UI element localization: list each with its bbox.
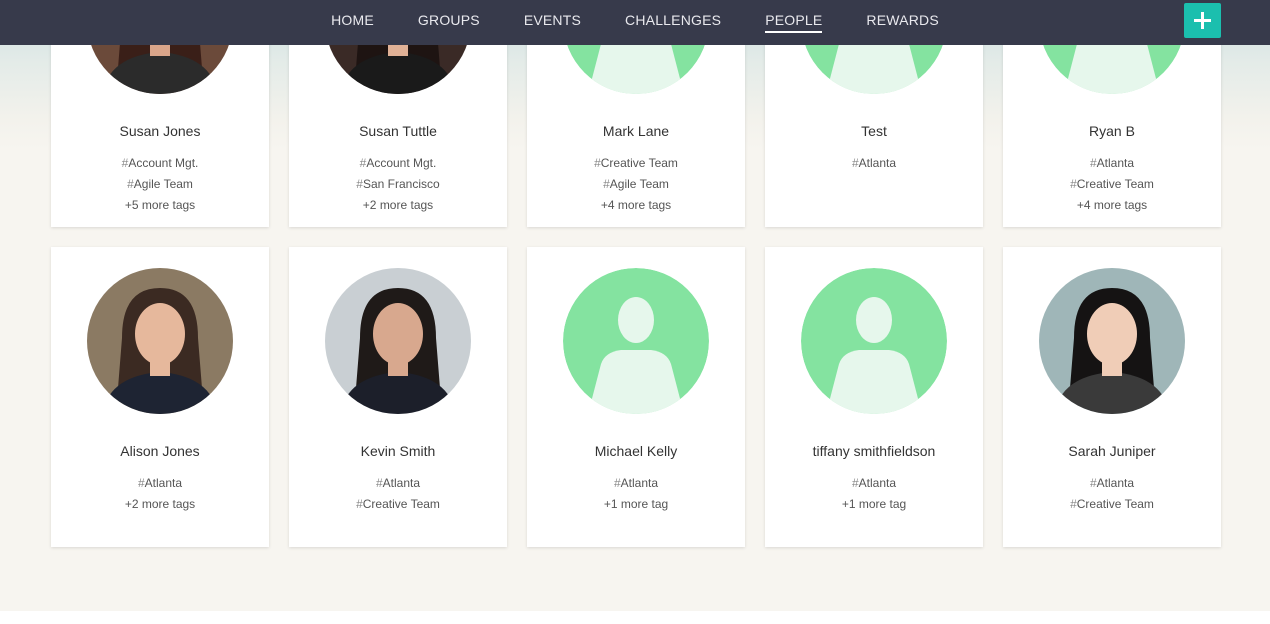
tag[interactable]: #Atlanta bbox=[852, 473, 896, 494]
tag[interactable]: #Account Mgt. bbox=[122, 153, 199, 174]
person-name[interactable]: Susan Jones bbox=[120, 122, 201, 140]
avatar-placeholder[interactable] bbox=[563, 268, 709, 414]
nav-item-home[interactable]: HOME bbox=[309, 0, 396, 45]
tag-list: #Atlanta +1 more tag bbox=[604, 473, 668, 515]
hash-symbol: # bbox=[375, 476, 383, 490]
hash-symbol: # bbox=[127, 177, 134, 191]
page-footer-strip bbox=[0, 611, 1270, 624]
tag-label: Creative Team bbox=[1076, 497, 1154, 511]
top-navbar: HOME GROUPS EVENTS CHALLENGES PEOPLE REWARDS bbox=[0, 0, 1270, 45]
nav-item-groups[interactable]: GROUPS bbox=[396, 0, 502, 45]
tag-label: Agile Team bbox=[609, 177, 669, 191]
person-card[interactable]: Alison Jones #Atlanta +2 more tags bbox=[51, 247, 269, 547]
tag-list: #Atlanta +2 more tags bbox=[125, 473, 195, 515]
nav-item-rewards[interactable]: REWARDS bbox=[844, 0, 960, 45]
more-tags-link[interactable]: +4 more tags bbox=[601, 195, 671, 216]
person-name[interactable]: tiffany smithfieldson bbox=[813, 442, 936, 460]
person-name[interactable]: Ryan B bbox=[1089, 122, 1135, 140]
hash-symbol: # bbox=[1070, 497, 1077, 511]
people-grid: Susan Jones #Account Mgt. #Agile Team +5 mo… bbox=[51, 0, 1221, 547]
person-name[interactable]: Test bbox=[861, 122, 887, 140]
avatar[interactable] bbox=[1039, 268, 1185, 414]
avatar[interactable] bbox=[87, 268, 233, 414]
person-card[interactable]: tiffany smithfieldson #Atlanta +1 more tag bbox=[765, 247, 983, 547]
hash-symbol: # bbox=[594, 156, 601, 170]
tag-label: Atlanta bbox=[144, 476, 183, 490]
person-card[interactable]: Sarah Juniper #Atlanta #Creative Team bbox=[1003, 247, 1221, 547]
person-name[interactable]: Kevin Smith bbox=[361, 442, 436, 460]
tag-label: Creative Team bbox=[1076, 177, 1154, 191]
hash-symbol: # bbox=[137, 476, 145, 490]
nav-item-events[interactable]: EVENTS bbox=[502, 0, 603, 45]
tag[interactable]: #Creative Team bbox=[594, 153, 678, 174]
tag[interactable]: #Atlanta bbox=[614, 473, 658, 494]
nav-menu: HOME GROUPS EVENTS CHALLENGES PEOPLE REWARDS bbox=[0, 0, 1270, 45]
tag-label: Account Mgt. bbox=[128, 156, 199, 170]
tag[interactable]: #Account Mgt. bbox=[360, 153, 437, 174]
tag-list: #Account Mgt. #San Francisco +2 more tags bbox=[356, 153, 439, 216]
avatar-placeholder[interactable] bbox=[801, 268, 947, 414]
tag[interactable]: #Atlanta bbox=[1090, 153, 1134, 174]
hash-symbol: # bbox=[356, 177, 363, 191]
tag[interactable]: #Atlanta bbox=[376, 473, 420, 494]
tag[interactable]: #Creative Team bbox=[1070, 174, 1154, 195]
tag-list: #Atlanta +1 more tag bbox=[842, 473, 906, 515]
person-name[interactable]: Alison Jones bbox=[120, 442, 199, 460]
plus-icon bbox=[1194, 12, 1211, 29]
tag-label: Creative Team bbox=[600, 156, 678, 170]
tag-label: Atlanta bbox=[858, 156, 897, 170]
hash-symbol: # bbox=[603, 177, 610, 191]
tag[interactable]: #Atlanta bbox=[1090, 473, 1134, 494]
tag-label: Atlanta bbox=[382, 476, 421, 490]
hash-symbol: # bbox=[356, 497, 363, 511]
tag-list: #Atlanta #Creative Team bbox=[1070, 473, 1154, 515]
tag-list: #Atlanta bbox=[852, 153, 896, 174]
tag-label: Atlanta bbox=[858, 476, 897, 490]
hash-symbol: # bbox=[1070, 177, 1077, 191]
tag-label: San Francisco bbox=[362, 177, 440, 191]
tag[interactable]: #Atlanta bbox=[852, 153, 896, 174]
tag[interactable]: #Agile Team bbox=[127, 174, 193, 195]
tag[interactable]: #Atlanta bbox=[138, 473, 182, 494]
add-button[interactable] bbox=[1184, 3, 1221, 38]
tag[interactable]: #Creative Team bbox=[356, 494, 440, 515]
more-tags-link[interactable]: +4 more tags bbox=[1077, 195, 1147, 216]
hash-symbol: # bbox=[1089, 156, 1097, 170]
avatar[interactable] bbox=[325, 268, 471, 414]
tag[interactable]: #Creative Team bbox=[1070, 494, 1154, 515]
hash-symbol: # bbox=[851, 156, 859, 170]
person-name[interactable]: Mark Lane bbox=[603, 122, 669, 140]
tag-list: #Account Mgt. #Agile Team +5 more tags bbox=[122, 153, 199, 216]
more-tags-link[interactable]: +5 more tags bbox=[125, 195, 195, 216]
person-name[interactable]: Susan Tuttle bbox=[359, 122, 437, 140]
nav-item-people[interactable]: PEOPLE bbox=[743, 0, 844, 45]
tag-label: Atlanta bbox=[1096, 476, 1135, 490]
nav-item-challenges[interactable]: CHALLENGES bbox=[603, 0, 743, 45]
more-tags-link[interactable]: +1 more tag bbox=[604, 494, 668, 515]
person-name[interactable]: Sarah Juniper bbox=[1068, 442, 1155, 460]
more-tags-link[interactable]: +2 more tags bbox=[363, 195, 433, 216]
tag-list: #Atlanta #Creative Team bbox=[356, 473, 440, 515]
person-card[interactable]: Michael Kelly #Atlanta +1 more tag bbox=[527, 247, 745, 547]
tag-label: Atlanta bbox=[620, 476, 659, 490]
hash-symbol: # bbox=[1089, 476, 1097, 490]
tag-list: #Creative Team #Agile Team +4 more tags bbox=[594, 153, 678, 216]
person-name[interactable]: Michael Kelly bbox=[595, 442, 677, 460]
person-card[interactable]: Kevin Smith #Atlanta #Creative Team bbox=[289, 247, 507, 547]
tag-list: #Atlanta #Creative Team +4 more tags bbox=[1070, 153, 1154, 216]
hash-symbol: # bbox=[613, 476, 621, 490]
tag-label: Creative Team bbox=[362, 497, 440, 511]
tag-label: Account Mgt. bbox=[366, 156, 437, 170]
more-tags-link[interactable]: +1 more tag bbox=[842, 494, 906, 515]
hash-symbol: # bbox=[851, 476, 859, 490]
tag[interactable]: #Agile Team bbox=[603, 174, 669, 195]
more-tags-link[interactable]: +2 more tags bbox=[125, 494, 195, 515]
tag-label: Atlanta bbox=[1096, 156, 1135, 170]
tag[interactable]: #San Francisco bbox=[356, 174, 439, 195]
tag-label: Agile Team bbox=[133, 177, 193, 191]
